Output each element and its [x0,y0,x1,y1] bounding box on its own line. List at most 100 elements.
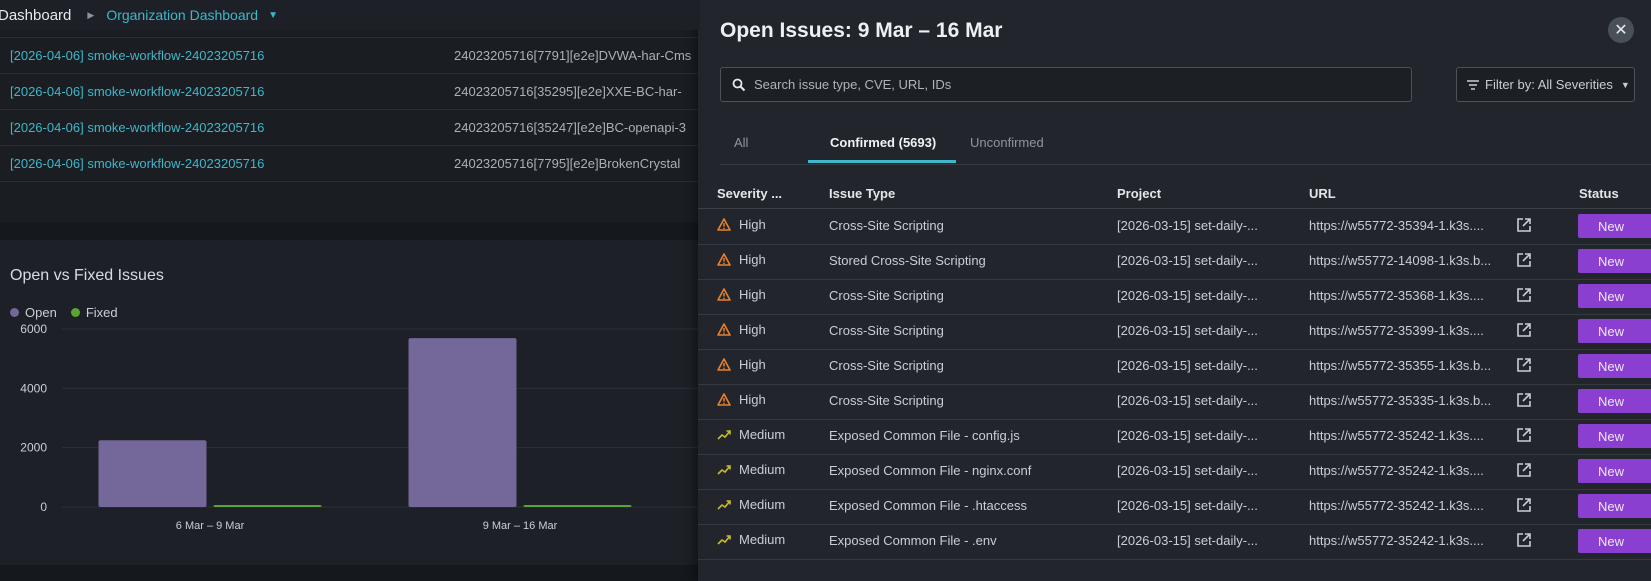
x-tick-label: 9 Mar – 16 Mar [483,520,558,532]
issue-type-cell: Cross-Site Scripting [829,358,944,373]
breadcrumb-separator-icon: ▶ [87,9,95,20]
bar-open-1[interactable] [408,338,517,507]
search-box [720,67,1412,102]
table-row[interactable]: High Cross-Site Scripting [2026-03-15] set… [698,313,1651,350]
status-badge[interactable]: New [1578,354,1651,378]
run-name-link[interactable]: [2026-04-06] smoke-workflow-24023205716 [10,84,264,99]
table-row[interactable]: Medium Exposed Common File - config.js [20… [698,418,1651,455]
column-issue-type[interactable]: Issue Type [829,186,895,201]
table-row[interactable]: High Cross-Site Scripting [2026-03-15] set… [698,383,1651,420]
severity-label: High [739,217,766,232]
url-cell: https://w55772-35368-1.k3s.... [1309,288,1484,303]
status-badge[interactable]: New [1578,529,1651,553]
table-row[interactable]: Medium Exposed Common File - .env [2026-03… [698,523,1651,560]
severity-label: High [739,252,766,267]
external-link-icon[interactable] [1515,356,1533,374]
search-input[interactable] [752,76,1396,93]
external-link-icon[interactable] [1515,531,1533,549]
run-name-link[interactable]: [2026-04-06] smoke-workflow-24023205716 [10,156,264,171]
run-id: 24023205716[7791][e2e]DVWA-har-Cms [454,47,692,63]
external-link-icon[interactable] [1515,391,1533,409]
y-tick-label: 0 [40,500,47,514]
external-link-icon[interactable] [1515,216,1533,234]
external-link-icon[interactable] [1515,496,1533,514]
issue-type-cell: Exposed Common File - .htaccess [829,498,1027,513]
external-link-icon[interactable] [1515,251,1533,269]
issue-type-cell: Exposed Common File - nginx.conf [829,463,1032,478]
tab-unconfirmed[interactable]: Unconfirmed [970,135,1044,150]
run-id: 24023205716[35295][e2e]XXE-BC-har- [454,83,682,99]
run-row[interactable]: [2026-04-06] smoke-workflow-24023205716 2… [0,37,700,74]
table-row[interactable]: Medium Exposed Common File - .htaccess [20… [698,488,1651,525]
tab-all[interactable]: All [734,135,748,150]
severity-cell: Medium [717,427,785,442]
warning-triangle-icon [717,253,731,266]
status-badge[interactable]: New [1578,284,1651,308]
column-url[interactable]: URL [1309,186,1336,201]
column-severity[interactable]: Severity ... [717,186,782,201]
table-row[interactable]: Medium Exposed Common File - nginx.conf [2… [698,453,1651,490]
table-row[interactable]: High Cross-Site Scripting [2026-03-15] set… [698,348,1651,385]
drawer-title: Open Issues: 9 Mar – 16 Mar [720,19,1003,42]
section-divider [0,565,700,581]
external-link-icon[interactable] [1515,286,1533,304]
bar-fixed-1[interactable] [523,505,632,507]
runs-table: [2026-04-06] smoke-workflow-24023205716 2… [0,22,700,222]
trending-up-icon [717,499,731,510]
breadcrumb-organization-dashboard[interactable]: Organization Dashboard [106,7,258,23]
status-badge[interactable]: New [1578,249,1651,273]
close-button[interactable]: ✕ [1608,17,1634,43]
external-link-icon[interactable] [1515,461,1533,479]
column-status[interactable]: Status [1579,186,1619,201]
severity-filter-dropdown[interactable]: Filter by: All Severities ▼ [1456,67,1635,102]
severity-cell: Medium [717,462,785,477]
severity-cell: High [717,217,766,232]
status-badge[interactable]: New [1578,214,1651,238]
x-tick-label: 6 Mar – 9 Mar [176,520,245,532]
issue-tabs: All Confirmed (5693) Unconfirmed [720,128,1651,165]
project-cell: [2026-03-15] set-daily-... [1117,463,1258,478]
chevron-down-icon[interactable]: ▼ [268,10,278,21]
url-cell: https://w55772-35242-1.k3s.... [1309,428,1484,443]
bar-fixed-0[interactable] [213,505,322,507]
severity-label: High [739,322,766,337]
active-tab-indicator [808,160,956,163]
status-badge[interactable]: New [1578,459,1651,483]
severity-label: Medium [739,532,786,547]
severity-label: High [739,357,766,372]
table-row[interactable]: High Cross-Site Scripting [2026-03-15] set… [698,208,1651,245]
status-badge[interactable]: New [1578,424,1651,448]
external-link-icon[interactable] [1515,321,1533,339]
run-name-link[interactable]: [2026-04-06] smoke-workflow-24023205716 [10,120,264,135]
table-row[interactable]: High Stored Cross-Site Scripting [2026-03-… [698,243,1651,280]
trending-up-icon [717,534,731,545]
severity-cell: Medium [717,497,785,512]
issues-table-header: Severity ... Issue Type Project URL Stat… [698,178,1651,209]
run-name-link[interactable]: [2026-04-06] smoke-workflow-24023205716 [10,48,264,63]
table-row[interactable]: High Cross-Site Scripting [2026-03-15] set… [698,278,1651,315]
warning-triangle-icon [717,323,731,336]
column-project[interactable]: Project [1117,186,1161,201]
status-badge[interactable]: New [1578,319,1651,343]
project-cell: [2026-03-15] set-daily-... [1117,498,1258,513]
project-cell: [2026-03-15] set-daily-... [1117,393,1258,408]
trending-up-icon [717,464,731,475]
url-cell: https://w55772-35355-1.k3s.b... [1309,358,1492,373]
filter-label: Filter by: All Severities [1485,77,1613,92]
tab-confirmed[interactable]: Confirmed (5693) [830,135,936,150]
run-row[interactable]: [2026-04-06] smoke-workflow-24023205716 2… [0,109,700,146]
breadcrumb: Dashboard ▶ Organization Dashboard ▼ [0,0,700,30]
issue-type-cell: Stored Cross-Site Scripting [829,253,986,268]
y-tick-label: 4000 [20,381,47,395]
breadcrumb-dashboard[interactable]: Dashboard [0,7,71,24]
bar-open-0[interactable] [98,440,207,507]
filter-icon [1467,79,1479,90]
external-link-icon[interactable] [1515,426,1533,444]
issue-type-cell: Cross-Site Scripting [829,393,944,408]
project-cell: [2026-03-15] set-daily-... [1117,253,1258,268]
run-row[interactable]: [2026-04-06] smoke-workflow-24023205716 2… [0,145,700,182]
status-badge[interactable]: New [1578,389,1651,413]
severity-cell: High [717,357,766,372]
status-badge[interactable]: New [1578,494,1651,518]
run-row[interactable]: [2026-04-06] smoke-workflow-24023205716 2… [0,73,700,110]
